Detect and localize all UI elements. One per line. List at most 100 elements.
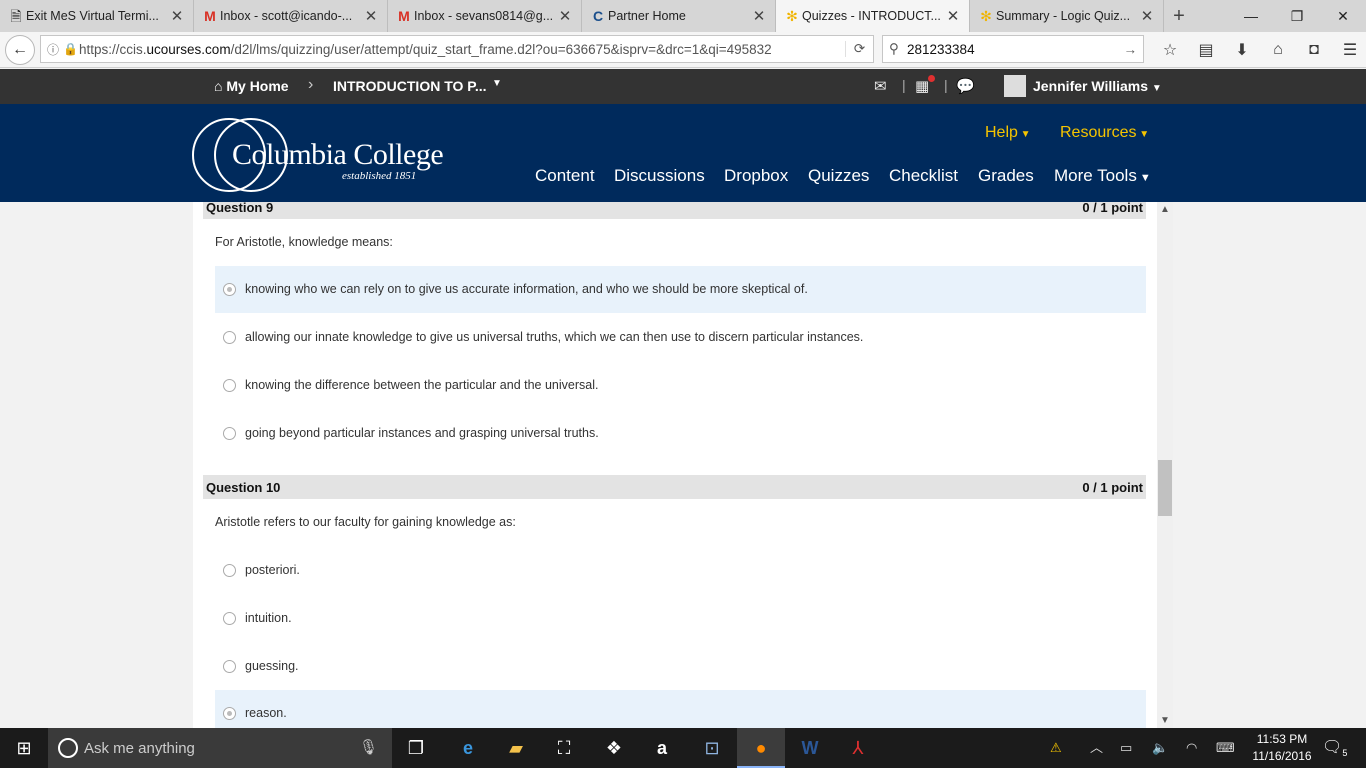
answer-option[interactable]: knowing who we can rely on to give us ac… xyxy=(215,266,1146,313)
document-icon: 🗎 xyxy=(10,8,22,24)
nav-checklist[interactable]: Checklist xyxy=(889,166,958,186)
firefox-icon[interactable]: ● xyxy=(737,728,785,768)
search-bar[interactable]: ⚲ 281233384 → xyxy=(882,35,1144,63)
scroll-down-icon[interactable]: ▼ xyxy=(1157,715,1173,726)
taskbar-clock[interactable]: 11:53 PM 11/16/2016 xyxy=(1240,731,1324,765)
back-button[interactable]: ← xyxy=(5,34,35,65)
clock-time: 11:53 PM xyxy=(1256,732,1308,746)
notifications-icon[interactable]: ▦ xyxy=(915,77,929,95)
answer-option[interactable]: reason. xyxy=(215,690,1146,728)
reading-list-icon[interactable]: ▤ xyxy=(1188,40,1224,60)
question-text: For Aristotle, knowledge means: xyxy=(215,235,393,249)
browser-tab-5[interactable]: ✻ Quizzes - INTRODUCT... ✕ xyxy=(776,0,970,32)
page-scrollbar[interactable]: ▲ ▼ xyxy=(1157,202,1173,728)
radio-button[interactable] xyxy=(223,707,236,720)
radio-button[interactable] xyxy=(223,660,236,673)
restore-icon[interactable]: ❐ xyxy=(1274,0,1320,32)
browser-tab-4[interactable]: C Partner Home ✕ xyxy=(582,0,776,32)
gmail-icon: M xyxy=(204,8,216,24)
radio-button[interactable] xyxy=(223,283,236,296)
close-icon[interactable]: ✕ xyxy=(169,7,185,25)
radio-button[interactable] xyxy=(223,331,236,344)
microphone-icon[interactable]: 🎙 xyxy=(359,738,378,756)
answer-label: reason. xyxy=(245,706,287,720)
close-window-icon[interactable]: ✕ xyxy=(1320,0,1366,32)
radio-button[interactable] xyxy=(223,427,236,440)
user-menu[interactable]: Jennifer Williams ▼ xyxy=(1033,78,1162,94)
answer-option[interactable]: guessing. xyxy=(215,643,1146,690)
keyboard-icon[interactable]: ⌨ xyxy=(1216,728,1235,768)
pocket-icon[interactable]: ◘ xyxy=(1296,41,1332,59)
menu-icon[interactable]: ☰ xyxy=(1332,40,1366,60)
answer-option[interactable]: intuition. xyxy=(215,595,1146,642)
scrollbar-thumb[interactable] xyxy=(1158,460,1172,516)
cortana-placeholder: Ask me anything xyxy=(84,740,195,757)
new-tab-button[interactable]: + xyxy=(1164,0,1194,32)
nav-quizzes[interactable]: Quizzes xyxy=(808,166,869,186)
close-icon[interactable]: ✕ xyxy=(1139,7,1155,25)
minimize-icon[interactable]: — xyxy=(1228,0,1274,32)
answer-option[interactable]: going beyond particular instances and gr… xyxy=(215,410,1146,457)
warning-icon[interactable]: ⚠ xyxy=(1050,728,1062,768)
radio-button[interactable] xyxy=(223,564,236,577)
arrow-right-icon[interactable]: → xyxy=(1124,42,1138,57)
nav-grades[interactable]: Grades xyxy=(978,166,1034,186)
chevron-down-icon[interactable]: ▼ xyxy=(492,78,502,89)
radio-button[interactable] xyxy=(223,612,236,625)
nav-more-tools[interactable]: More Tools ▼ xyxy=(1054,166,1151,186)
reload-icon[interactable]: ⟳ xyxy=(845,41,873,57)
close-icon[interactable]: ✕ xyxy=(557,7,573,25)
chevron-down-icon: ▼ xyxy=(1136,129,1150,140)
star-icon[interactable]: ☆ xyxy=(1152,40,1188,60)
task-view-icon[interactable]: ❐ xyxy=(392,728,440,768)
radio-button[interactable] xyxy=(223,379,236,392)
edge-icon[interactable]: e xyxy=(444,728,492,768)
network-app-icon[interactable]: ⊡ xyxy=(688,728,736,768)
answer-option[interactable]: posteriori. xyxy=(215,547,1146,594)
nav-dropbox[interactable]: Dropbox xyxy=(724,166,788,186)
acrobat-icon[interactable]: ⅄ xyxy=(834,728,882,768)
file-explorer-icon[interactable]: ▰ xyxy=(492,728,540,768)
chevron-up-icon[interactable]: ︿ xyxy=(1090,728,1103,768)
info-icon[interactable]: ⓘ xyxy=(47,41,63,58)
nav-content[interactable]: Content xyxy=(535,166,595,186)
notification-dot xyxy=(928,75,935,82)
answer-option[interactable]: allowing our innate knowledge to give us… xyxy=(215,314,1146,361)
browser-tab-1[interactable]: 🗎 Exit MeS Virtual Termi... ✕ xyxy=(0,0,194,32)
store-icon[interactable]: ⛶ xyxy=(540,728,588,768)
battery-icon[interactable]: ▭ xyxy=(1120,728,1132,768)
browser-tab-strip: 🗎 Exit MeS Virtual Termi... ✕ M Inbox - sco… xyxy=(0,0,1366,32)
resources-menu[interactable]: Resources ▼ xyxy=(1060,124,1149,142)
scroll-up-icon[interactable]: ▲ xyxy=(1157,204,1173,215)
windows-start-icon[interactable]: ⊞ xyxy=(0,728,48,768)
address-bar[interactable]: ⓘ 🔒 https://ccis.ucourses.com/d2l/lms/qu… xyxy=(40,35,874,63)
wifi-icon[interactable]: ◠ xyxy=(1186,728,1197,768)
action-center-icon[interactable]: 🗨5 xyxy=(1322,737,1347,758)
download-icon[interactable]: ⬇ xyxy=(1224,40,1260,60)
amazon-icon[interactable]: a xyxy=(638,728,686,768)
course-selector[interactable]: INTRODUCTION TO P... xyxy=(333,78,487,94)
browser-tab-3[interactable]: M Inbox - sevans0814@g... ✕ xyxy=(388,0,582,32)
word-icon[interactable]: W xyxy=(786,728,834,768)
close-icon[interactable]: ✕ xyxy=(363,7,379,25)
college-logo[interactable]: Columbia College established 1851 xyxy=(192,118,452,194)
chat-icon[interactable]: 💬 xyxy=(956,77,975,95)
volume-icon[interactable]: 🔈 xyxy=(1152,728,1168,768)
cortana-search[interactable]: Ask me anything 🎙 xyxy=(48,728,392,768)
nav-discussions[interactable]: Discussions xyxy=(614,166,705,186)
close-icon[interactable]: ✕ xyxy=(751,7,767,25)
help-menu[interactable]: Help ▼ xyxy=(985,124,1031,142)
chevron-down-icon: ▼ xyxy=(1136,172,1151,184)
home-icon[interactable]: ⌂ xyxy=(1260,41,1296,59)
browser-tab-6[interactable]: ✻ Summary - Logic Quiz... ✕ xyxy=(970,0,1164,32)
mail-icon[interactable]: ✉ xyxy=(874,77,887,95)
close-icon[interactable]: ✕ xyxy=(945,7,961,25)
answer-label: knowing the difference between the parti… xyxy=(245,378,599,392)
dropbox-icon[interactable]: ❖ xyxy=(590,728,638,768)
my-home-link[interactable]: ⌂ My Home xyxy=(214,78,289,94)
avatar[interactable] xyxy=(1004,75,1026,97)
college-name: Columbia College xyxy=(232,138,444,171)
divider: | xyxy=(902,77,906,93)
answer-option[interactable]: knowing the difference between the parti… xyxy=(215,362,1146,409)
browser-tab-2[interactable]: M Inbox - scott@icando-... ✕ xyxy=(194,0,388,32)
